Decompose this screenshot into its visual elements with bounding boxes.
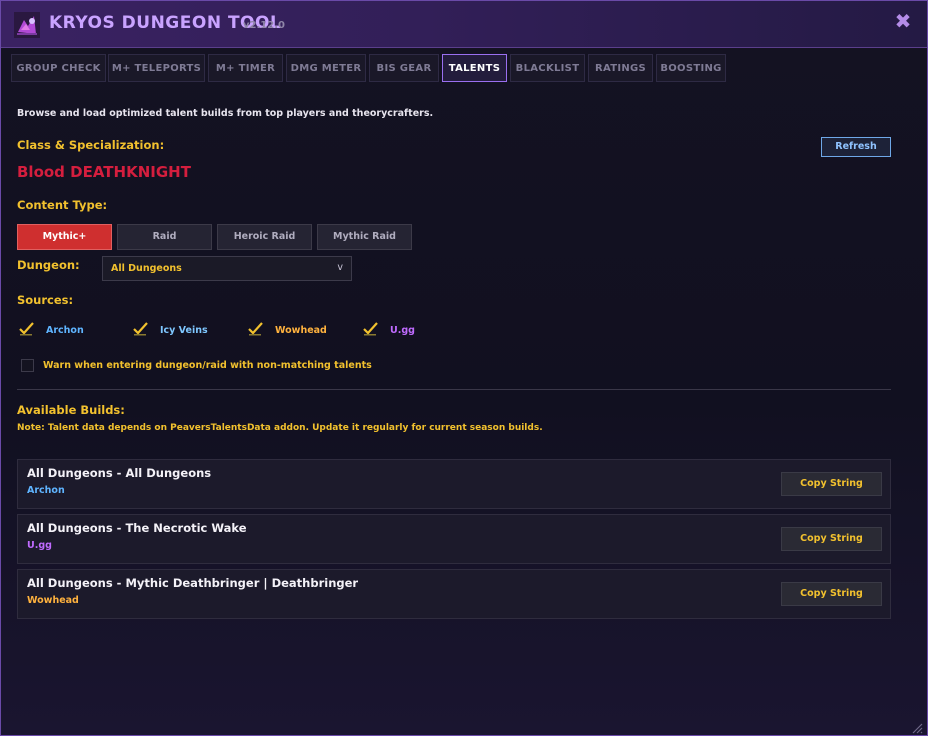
main-window: KRYOS DUNGEON TOOL v2.12.0 ✖ GROUP CHECK… (0, 0, 928, 736)
close-icon[interactable]: ✖ (893, 11, 913, 31)
content-type-heroic-raid-button[interactable]: Heroic Raid (217, 224, 312, 250)
build-row: All Dungeons - Mythic Deathbringer | Dea… (17, 569, 891, 619)
version-label: v2.12.0 (243, 20, 285, 31)
source-wowhead-label: Wowhead (275, 325, 327, 336)
intro-text: Browse and load optimized talent builds … (17, 108, 434, 119)
build-source: Wowhead (27, 595, 79, 606)
tab-m-timer[interactable]: M+ TIMER (208, 54, 283, 82)
tab-dmg-meter[interactable]: DMG METER (286, 54, 366, 82)
build-source: U.gg (27, 540, 52, 551)
warn-mismatch-checkbox[interactable] (21, 359, 34, 372)
tab-group-check[interactable]: GROUP CHECK (11, 54, 106, 82)
resize-grip-icon[interactable] (911, 719, 923, 734)
available-builds-label: Available Builds: (17, 403, 125, 417)
dungeon-select-value: All Dungeons (111, 263, 182, 274)
tab-blacklist[interactable]: BLACKLIST (510, 54, 585, 82)
sources-label: Sources: (17, 293, 74, 307)
source-archon-label: Archon (46, 325, 84, 336)
check-icon (19, 322, 34, 337)
talent-data-note: Note: Talent data depends on PeaversTale… (17, 423, 543, 433)
talents-panel: Browse and load optimized talent builds … (1, 85, 927, 735)
build-title: All Dungeons - Mythic Deathbringer | Dea… (27, 576, 359, 590)
tab-bis-gear[interactable]: BIS GEAR (369, 54, 439, 82)
source-ugg-label: U.gg (390, 325, 415, 336)
title-bar[interactable]: KRYOS DUNGEON TOOL v2.12.0 ✖ (1, 1, 927, 48)
build-row: All Dungeons - All Dungeons Archon Copy … (17, 459, 891, 509)
check-icon (248, 322, 263, 337)
refresh-button[interactable]: Refresh (821, 137, 891, 157)
build-title: All Dungeons - The Necrotic Wake (27, 521, 247, 535)
dungeon-logo-icon (14, 12, 40, 38)
tab-boosting[interactable]: BOOSTING (656, 54, 726, 82)
copy-string-button[interactable]: Copy String (781, 472, 882, 496)
divider (17, 389, 891, 390)
warn-mismatch-label: Warn when entering dungeon/raid with non… (43, 360, 372, 371)
build-title: All Dungeons - All Dungeons (27, 466, 212, 480)
copy-string-button[interactable]: Copy String (781, 527, 882, 551)
chevron-down-icon: v (337, 262, 343, 273)
class-spec-label: Class & Specialization: (17, 138, 165, 152)
tab-m-teleports[interactable]: M+ TELEPORTS (108, 54, 205, 82)
tab-ratings[interactable]: RATINGS (588, 54, 653, 82)
check-icon (133, 322, 148, 337)
check-icon (363, 322, 378, 337)
tab-talents[interactable]: TALENTS (442, 54, 507, 82)
dungeon-label: Dungeon: (17, 258, 80, 272)
build-row: All Dungeons - The Necrotic Wake U.gg Co… (17, 514, 891, 564)
content-type-mythic-raid-button[interactable]: Mythic Raid (317, 224, 412, 250)
content-type-mythic-plus-button[interactable]: Mythic+ (17, 224, 112, 250)
source-icy-veins-label: Icy Veins (160, 325, 208, 336)
content-type-raid-button[interactable]: Raid (117, 224, 212, 250)
class-name: Blood DEATHKNIGHT (17, 163, 191, 181)
copy-string-button[interactable]: Copy String (781, 582, 882, 606)
dungeon-select[interactable]: All Dungeons v (102, 256, 352, 281)
build-source: Archon (27, 485, 65, 496)
content-type-label: Content Type: (17, 198, 108, 212)
